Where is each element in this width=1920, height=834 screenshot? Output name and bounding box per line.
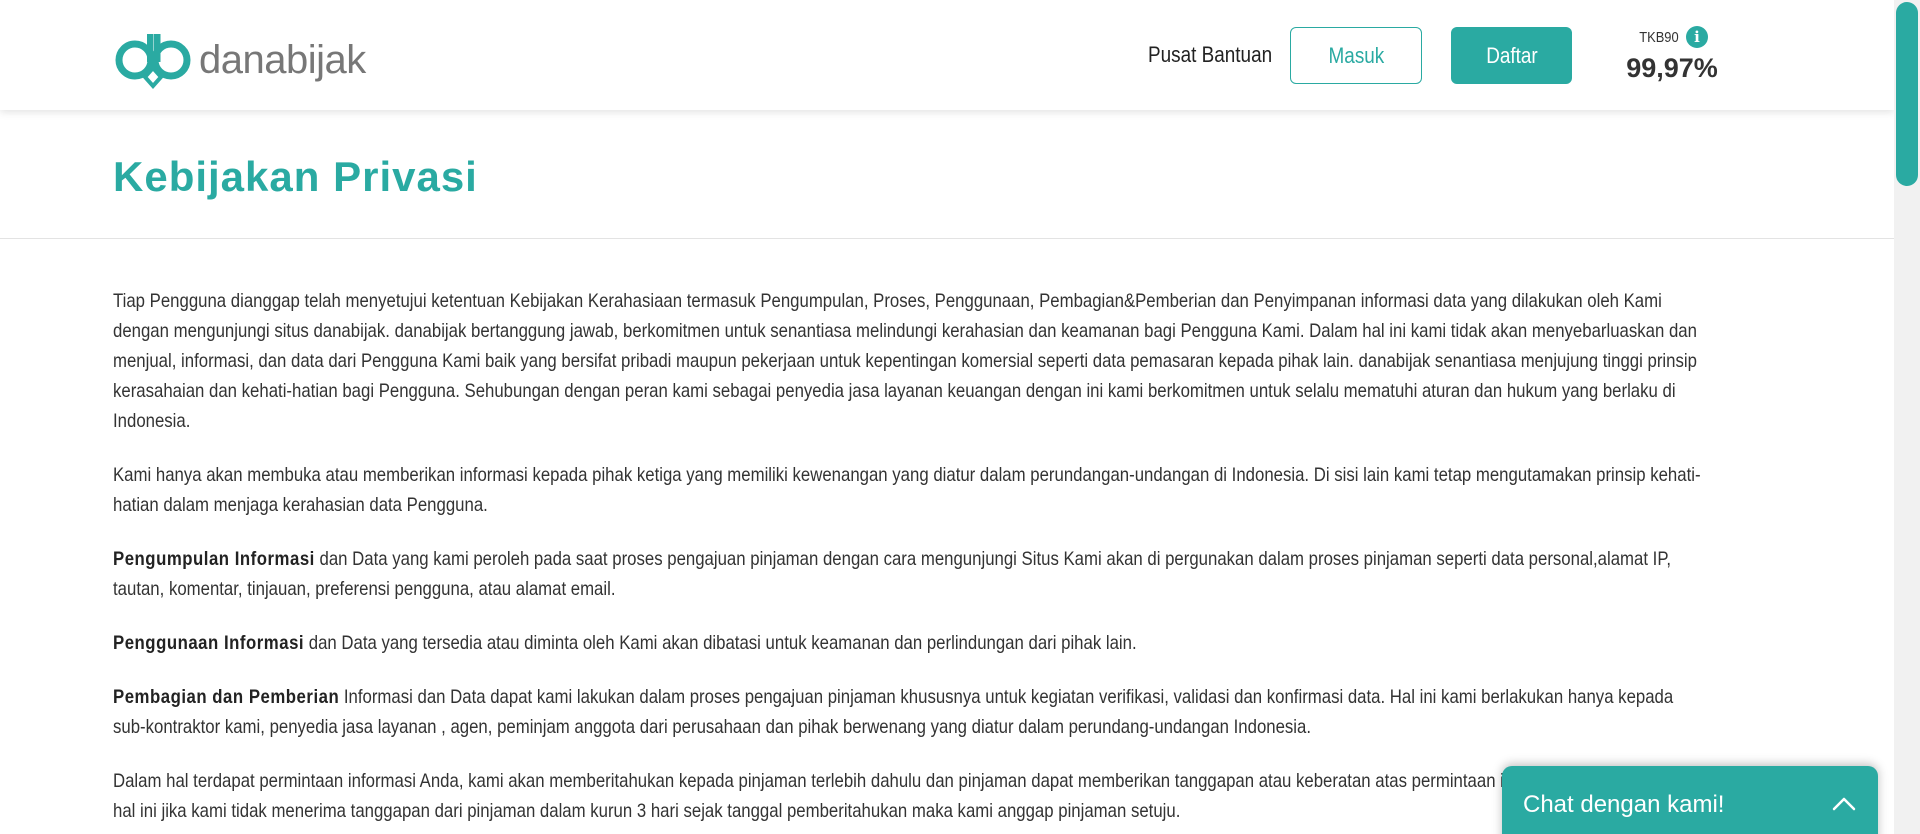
privacy-content: Tiap Pengguna dianggap telah menyetujui …	[113, 286, 1793, 834]
register-button[interactable]: Daftar	[1451, 27, 1572, 84]
paragraph-collection: Pengumpulan Informasi dan Data yang kami…	[113, 544, 1704, 604]
page-title: Kebijakan Privasi	[113, 153, 478, 200]
info-icon[interactable]: i	[1685, 26, 1708, 48]
tkb-label: TKB90	[1639, 28, 1679, 46]
page: danabijak Pusat Bantuan Masuk Daftar TKB…	[0, 0, 1920, 834]
usage-heading: Penggunaan Informasi	[113, 632, 305, 654]
sharing-heading: Pembagian dan Pemberian	[113, 686, 340, 708]
tkb-indicator: TKB90 i 99,97%	[1620, 24, 1724, 84]
login-button-label: Masuk	[1328, 42, 1384, 68]
usage-text: dan Data yang tersedia atau diminta oleh…	[304, 632, 1137, 654]
scrollbar-thumb[interactable]	[1896, 2, 1918, 186]
register-button-label: Daftar	[1485, 42, 1538, 68]
paragraph-third-party: Kami hanya akan membuka atau memberikan …	[113, 464, 1701, 516]
page-scrollbar[interactable]	[1894, 0, 1920, 834]
logo-mark-icon	[115, 34, 191, 90]
tkb-value: 99,97%	[1626, 53, 1718, 83]
paragraph-request: Dalam hal terdapat permintaan informasi …	[113, 770, 1692, 822]
login-button[interactable]: Masuk	[1290, 27, 1422, 84]
tkb-label-row: TKB90 i	[1620, 24, 1724, 50]
paragraph-sharing: Pembagian dan Pemberian Informasi dan Da…	[113, 682, 1704, 742]
sharing-text: Informasi dan Data dapat kami lakukan da…	[113, 686, 1674, 738]
collection-heading: Pengumpulan Informasi	[113, 548, 315, 570]
title-section: Kebijakan Privasi	[0, 110, 1894, 239]
chevron-up-icon[interactable]	[1830, 790, 1858, 818]
paragraph-intro: Tiap Pengguna dianggap telah menyetujui …	[113, 290, 1697, 432]
chat-widget[interactable]: Chat dengan kami!	[1502, 766, 1878, 834]
collection-text: dan Data yang kami peroleh pada saat pro…	[113, 548, 1672, 600]
paragraph-usage: Penggunaan Informasi dan Data yang terse…	[113, 628, 1704, 658]
site-header: danabijak Pusat Bantuan Masuk Daftar TKB…	[0, 0, 1894, 110]
help-center-link[interactable]: Pusat Bantuan	[1148, 40, 1272, 70]
logo-text: danabijak	[199, 38, 366, 82]
logo[interactable]: danabijak	[113, 28, 366, 92]
chat-label: Chat dengan kami!	[1523, 791, 1725, 818]
